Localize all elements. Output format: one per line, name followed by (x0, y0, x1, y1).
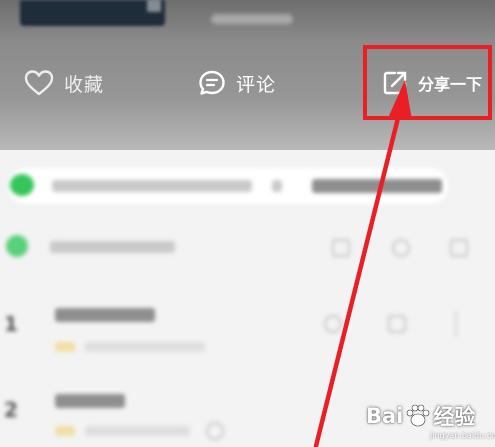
song-artist-blurred (85, 426, 190, 436)
sort-icon (450, 239, 468, 257)
song-subtitle-blurred (211, 14, 293, 24)
video-icon[interactable] (324, 315, 342, 333)
more-icon[interactable] (388, 315, 406, 333)
play-all-text-blurred (50, 241, 175, 253)
share-highlight-box (363, 45, 492, 120)
song-action-bar: 收藏 评论 分享一下 (0, 0, 495, 150)
row-divider (455, 311, 457, 337)
download-icon (332, 239, 350, 257)
vip-banner-text-blurred (52, 180, 252, 192)
quality-badge (55, 342, 75, 352)
song-number: 1 (4, 312, 18, 336)
vip-diamond-icon (10, 174, 34, 196)
play-all-icon (6, 235, 28, 257)
album-cover-thumbnail (20, 0, 165, 26)
watermark-brand: Bai (366, 404, 404, 428)
vip-banner-divider (272, 180, 282, 192)
song-title-blurred (55, 394, 125, 408)
comment-button[interactable]: 评论 (198, 66, 276, 100)
song-number: 2 (4, 398, 18, 422)
video-icon[interactable] (206, 422, 224, 440)
paw-logo-icon (407, 404, 430, 427)
favorite-label: 收藏 (64, 73, 105, 96)
multi-select-icon (392, 239, 410, 257)
watermark-brand-cn: 经验 (433, 405, 476, 429)
watermark-domain: jingyan.baidu.com (430, 431, 495, 440)
heart-icon (24, 70, 54, 96)
comment-bubble-icon (199, 70, 225, 95)
comment-label: 评论 (236, 73, 277, 96)
song-artist-blurred (85, 342, 205, 352)
quality-badge (55, 426, 75, 436)
song-title-blurred (55, 308, 155, 322)
vip-banner-action-blurred (312, 179, 442, 193)
favorite-button[interactable]: 收藏 (24, 66, 104, 100)
